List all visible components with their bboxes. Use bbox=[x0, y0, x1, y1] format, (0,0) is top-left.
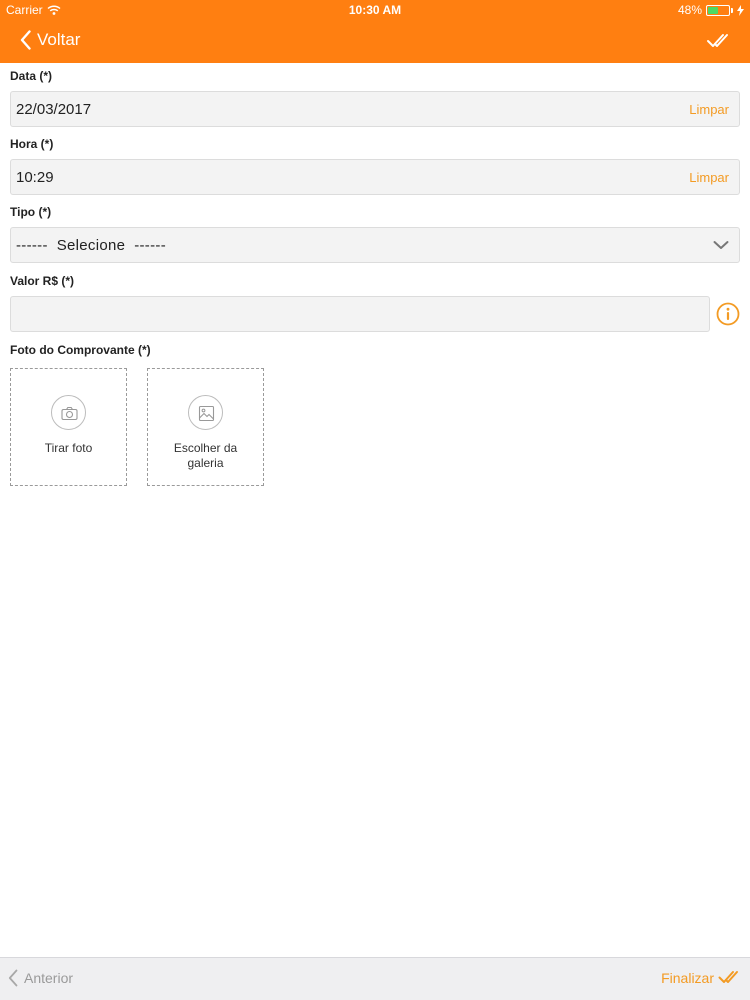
image-icon bbox=[198, 405, 215, 422]
battery-percent: 48% bbox=[677, 3, 702, 17]
type-select[interactable]: ------ Selecione ------ bbox=[10, 227, 740, 263]
back-label: Voltar bbox=[37, 30, 81, 49]
date-clear-button[interactable]: Limpar bbox=[689, 102, 729, 117]
time-value: 10:29 bbox=[16, 169, 54, 186]
choose-gallery-label-line1: Escolher da bbox=[173, 441, 238, 455]
type-selected-value: ------ Selecione ------ bbox=[16, 237, 166, 254]
previous-button[interactable]: Anterior bbox=[8, 969, 73, 987]
amount-input[interactable] bbox=[10, 296, 710, 332]
finish-label: Finalizar bbox=[661, 970, 714, 986]
choose-gallery-label: Escolher da galeria bbox=[148, 441, 263, 471]
chevron-down-icon bbox=[713, 241, 729, 249]
bottom-toolbar: Anterior Finalizar bbox=[0, 957, 750, 1000]
chevron-left-icon bbox=[8, 969, 18, 987]
charging-bolt-icon bbox=[737, 4, 744, 16]
date-value: 22/03/2017 bbox=[16, 101, 92, 118]
battery-icon bbox=[706, 4, 730, 16]
battery-level bbox=[708, 6, 718, 14]
battery-indicator: 48% bbox=[678, 3, 744, 17]
take-photo-label: Tirar foto bbox=[44, 441, 93, 455]
chevron-left-icon bbox=[20, 30, 31, 50]
type-label: Tipo (*) bbox=[10, 205, 52, 219]
gallery-icon-circle bbox=[188, 395, 223, 430]
time-field[interactable]: 10:29 Limpar bbox=[10, 159, 740, 195]
finish-button[interactable]: Finalizar bbox=[661, 969, 742, 987]
previous-label: Anterior bbox=[24, 970, 74, 986]
top-bar: Carrier 10:30 AM 48% Voltar bbox=[0, 0, 750, 63]
camera-icon bbox=[61, 406, 78, 421]
camera-icon-circle bbox=[51, 395, 86, 430]
receipt-label: Foto do Comprovante (*) bbox=[10, 343, 151, 357]
back-button[interactable]: Voltar bbox=[20, 30, 80, 50]
time-label: Hora (*) bbox=[10, 137, 54, 151]
battery-tip bbox=[731, 7, 733, 13]
status-bar: Carrier 10:30 AM 48% bbox=[0, 0, 750, 20]
navigation-bar: Voltar bbox=[0, 20, 750, 63]
take-photo-button[interactable]: Tirar foto bbox=[10, 368, 127, 486]
time-clear-button[interactable]: Limpar bbox=[689, 170, 729, 185]
status-time: 10:30 AM bbox=[348, 3, 402, 17]
choose-gallery-label-line2: galeria bbox=[187, 456, 224, 470]
double-check-icon[interactable] bbox=[706, 31, 732, 53]
date-label: Data (*) bbox=[10, 69, 53, 83]
choose-gallery-button[interactable]: Escolher da galeria bbox=[147, 368, 264, 486]
info-icon[interactable] bbox=[716, 302, 740, 326]
date-field[interactable]: 22/03/2017 Limpar bbox=[10, 91, 740, 127]
double-check-icon bbox=[718, 971, 738, 983]
amount-label: Valor R$ (*) bbox=[10, 274, 75, 288]
